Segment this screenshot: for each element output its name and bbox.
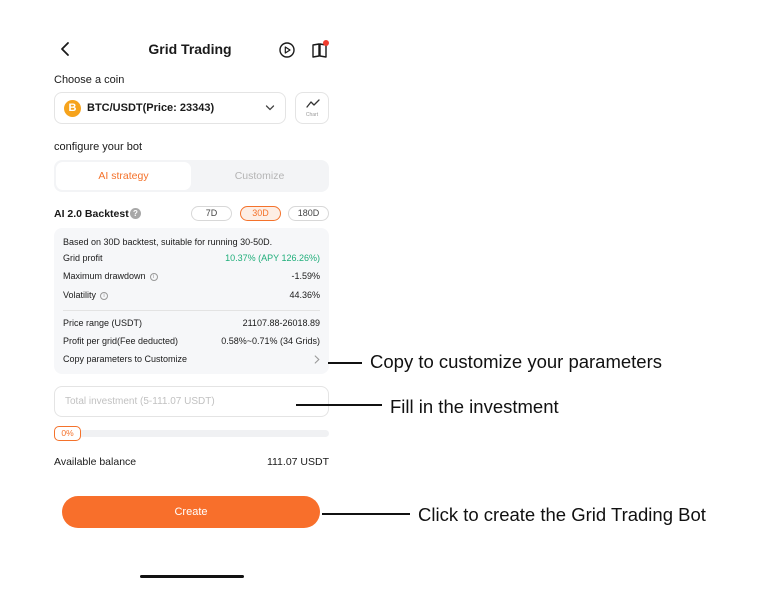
annotation-create: Click to create the Grid Trading Bot <box>418 504 706 525</box>
investment-input[interactable] <box>54 386 329 417</box>
coin-select[interactable]: B BTC/USDT(Price: 23343) <box>54 92 286 124</box>
line-chart-icon <box>306 99 320 108</box>
phone-screen: Grid Trading Choose a coin B BTC/USDT(Pr… <box>40 0 340 598</box>
notification-dot <box>323 40 329 46</box>
chevron-down-icon <box>265 105 275 111</box>
backtest-title: AI 2.0 Backtest <box>54 208 129 220</box>
period-180d-button[interactable]: 180D <box>288 206 329 221</box>
help-icon[interactable]: ? <box>130 208 141 219</box>
divider <box>63 310 320 311</box>
annotation-line-invest <box>296 404 382 406</box>
price-range-value: 21107.88-26018.89 <box>242 318 320 328</box>
strategy-tabs: AI strategy Customize <box>54 160 329 192</box>
investment-slider[interactable] <box>78 430 329 437</box>
period-7d-button[interactable]: 7D <box>191 206 232 221</box>
home-indicator <box>140 575 244 578</box>
create-button[interactable]: Create <box>62 496 320 528</box>
balance-label: Available balance <box>54 456 137 468</box>
annotation-copy: Copy to customize your parameters <box>370 351 663 372</box>
volatility-value: 44.36% <box>289 290 320 300</box>
info-icon[interactable]: i <box>149 273 158 281</box>
period-30d-button[interactable]: 30D <box>240 206 281 221</box>
configure-bot-label: configure your bot <box>54 141 143 153</box>
backtest-panel: Based on 30D backtest, suitable for runn… <box>54 228 329 374</box>
info-icon[interactable]: i <box>100 292 109 300</box>
bitcoin-icon: B <box>64 100 81 117</box>
annotation-invest: Fill in the investment <box>390 396 559 417</box>
tab-customize[interactable]: Customize <box>192 162 327 190</box>
choose-coin-label: Choose a coin <box>54 74 125 86</box>
chevron-right-icon <box>314 355 320 364</box>
annotation-line-copy <box>328 362 362 364</box>
chart-button[interactable]: Chart <box>295 92 329 124</box>
play-circle-icon[interactable] <box>278 41 296 59</box>
guide-book-icon[interactable] <box>310 40 330 60</box>
max-drawdown-value: -1.59% <box>291 271 320 281</box>
tab-ai-strategy[interactable]: AI strategy <box>56 162 191 190</box>
grid-profit-value: 10.37% (APY 126.26%) <box>225 253 320 263</box>
percent-badge[interactable]: 0% <box>54 426 81 441</box>
selected-coin: BTC/USDT(Price: 23343) <box>87 102 215 114</box>
balance-value: 111.07 USDT <box>266 456 329 468</box>
chart-label: Chart <box>305 112 319 118</box>
profit-per-grid-value: 0.58%~0.71% (34 Grids) <box>221 336 320 346</box>
annotation-line-create <box>322 513 410 515</box>
